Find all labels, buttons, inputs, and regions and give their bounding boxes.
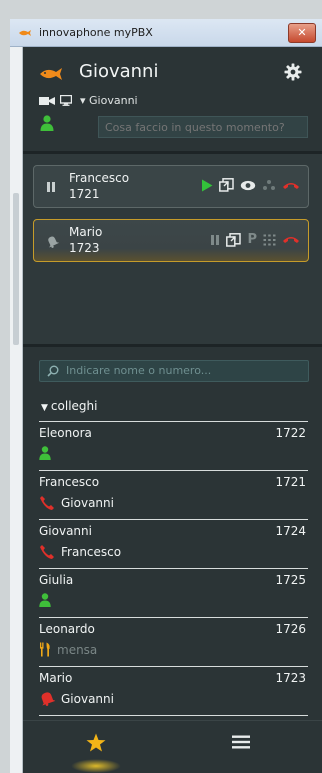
presence-available-icon[interactable] <box>40 115 54 131</box>
list-item[interactable]: Eleonora 1722 <box>39 422 308 470</box>
phone-icon <box>40 545 54 559</box>
star-icon[interactable] <box>86 733 106 752</box>
caller-name: Francesco <box>69 171 130 185</box>
innovaphone-fish-icon <box>19 29 31 36</box>
search-icon <box>47 365 59 377</box>
chevron-down-icon: ▼ <box>41 403 48 413</box>
fork-knife-icon <box>40 642 50 657</box>
scrollbar-thumb[interactable] <box>13 193 19 345</box>
hangup-icon[interactable] <box>282 181 300 190</box>
contact-name: Mario <box>39 671 73 685</box>
list-item[interactable]: Mario 1723 Giovanni <box>39 667 308 715</box>
mypbx-app: Giovanni ▾ Giovanni Cosa faccio in quest… <box>23 47 322 773</box>
list-item[interactable]: Giulia 1725 <box>39 569 308 617</box>
transfer-icon[interactable] <box>226 232 242 247</box>
contact-name: Eleonora <box>39 426 92 440</box>
bell-icon <box>41 692 55 706</box>
transfer-icon[interactable] <box>219 178 234 192</box>
park-button[interactable]: P <box>247 232 257 247</box>
status-message-input[interactable] <box>98 116 308 138</box>
call-actions: P <box>210 232 300 247</box>
contact-number: 1721 <box>275 475 306 489</box>
separator <box>39 715 308 716</box>
contact-sub: Giovanni <box>61 691 114 706</box>
contact-sub: Giovanni <box>61 496 114 510</box>
device-selector[interactable]: ▾ Giovanni <box>80 94 138 107</box>
search-field[interactable]: Indicare nome o numero... <box>39 360 309 382</box>
chevron-down-icon: ▾ <box>80 94 86 107</box>
video-camera-icon[interactable] <box>39 96 55 106</box>
active-tab-indicator <box>71 759 121 773</box>
list-item[interactable]: Giovanni 1724 Francesco <box>39 520 308 568</box>
divider <box>23 344 322 347</box>
active-calls-panel: Francesco 1721 Mario 1723 P <box>23 154 322 344</box>
window-left-border <box>10 47 23 773</box>
list-item[interactable]: Francesco 1721 Giovanni <box>39 471 308 519</box>
device-row: ▾ Giovanni <box>39 94 138 107</box>
hold-icon[interactable] <box>46 181 56 193</box>
conference-icon[interactable] <box>262 179 276 191</box>
presence-available-icon <box>39 593 51 607</box>
bell-icon <box>48 236 59 248</box>
group-name: colleghi <box>50 399 98 413</box>
contact-number: 1722 <box>275 426 306 440</box>
window-title: innovaphone myPBX <box>39 26 153 39</box>
caller-name: Mario <box>69 225 103 239</box>
caller-number: 1723 <box>69 241 100 255</box>
contact-name: Giovanni <box>39 524 92 538</box>
contact-number: 1723 <box>275 671 306 685</box>
hangup-icon[interactable] <box>282 235 300 244</box>
contact-name: Francesco <box>39 475 100 489</box>
contact-number: 1725 <box>275 573 306 587</box>
gear-icon[interactable] <box>284 63 302 81</box>
phone-icon <box>40 496 54 510</box>
call-actions <box>201 178 300 192</box>
call-card-francesco[interactable]: Francesco 1721 <box>33 165 309 208</box>
search-placeholder: Indicare nome o numero... <box>66 364 212 377</box>
contact-sub: mensa <box>57 642 98 657</box>
contact-number: 1724 <box>275 524 306 538</box>
list-item[interactable]: Leonardo 1726 mensa <box>39 618 308 666</box>
eye-icon[interactable] <box>240 180 256 191</box>
group-header[interactable]: ▼ colleghi <box>41 399 97 413</box>
caller-number: 1721 <box>69 187 100 201</box>
contact-sub: Francesco <box>61 545 122 559</box>
monitor-icon[interactable] <box>60 95 72 106</box>
bottom-nav <box>23 720 322 773</box>
device-label: Giovanni <box>89 94 138 107</box>
user-name: Giovanni <box>79 61 159 82</box>
contact-name: Leonardo <box>39 622 95 636</box>
keypad-icon[interactable] <box>263 234 276 246</box>
presence-available-icon <box>39 446 51 460</box>
window-titlebar: innovaphone myPBX ✕ <box>10 19 322 47</box>
hamburger-icon[interactable] <box>232 735 250 749</box>
play-icon[interactable] <box>201 179 213 192</box>
call-card-mario[interactable]: Mario 1723 P <box>33 219 309 262</box>
innovaphone-fish-icon <box>40 68 62 80</box>
contact-name: Giulia <box>39 573 74 587</box>
hold-icon[interactable] <box>210 234 220 246</box>
window-close-button[interactable]: ✕ <box>288 23 316 43</box>
contact-number: 1726 <box>275 622 306 636</box>
